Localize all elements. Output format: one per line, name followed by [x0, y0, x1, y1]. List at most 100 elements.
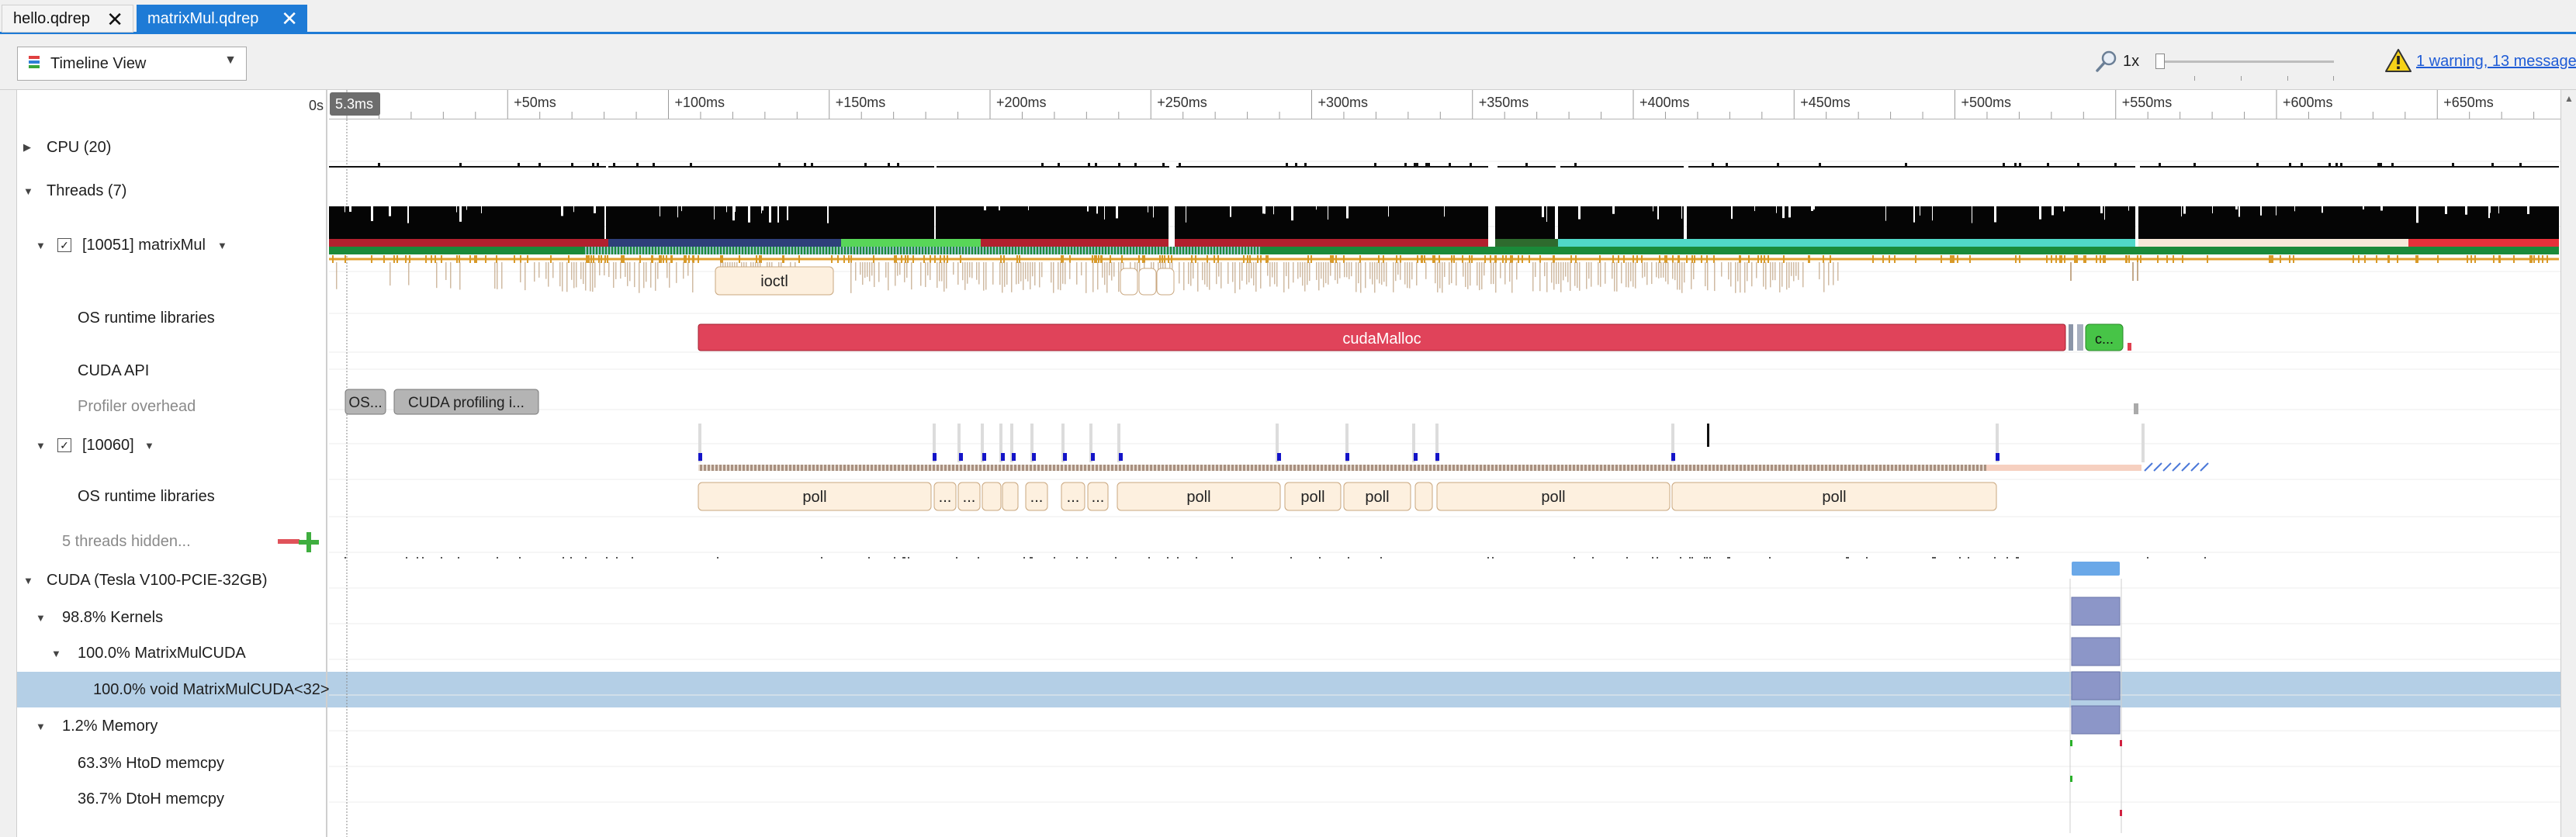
poll-event[interactable]: ... [933, 482, 957, 511]
tree-label: 100.0% void MatrixMulCUDA<32> [93, 680, 330, 698]
tree-row-thread-10051[interactable]: ▼ ✓ [10051] matrixMul ▼ [17, 233, 327, 258]
tab-matrixmul-qdrep[interactable]: matrixMul.qdrep ✕ [137, 5, 307, 33]
tree-row-cuda-api[interactable]: CUDA API [17, 358, 327, 383]
thread-10060-activity[interactable] [698, 424, 2209, 472]
warning-icon[interactable] [2385, 48, 2412, 73]
view-select-dropdown[interactable]: Timeline View ▼ [17, 47, 247, 81]
thread-10051-activity[interactable] [329, 206, 2559, 263]
close-icon[interactable]: ✕ [106, 8, 123, 31]
show-threads-plus-icon-bar[interactable] [299, 540, 319, 545]
cuda-api-small-event[interactable] [2077, 324, 2083, 351]
cpu-usage-bar [1032, 166, 1034, 168]
close-icon[interactable]: ✕ [281, 7, 298, 30]
poll-event[interactable]: ... [1061, 482, 1085, 511]
vertical-scrollbar[interactable]: ▲ [2560, 90, 2576, 837]
poll-event[interactable]: ... [1087, 482, 1109, 511]
time-ruler[interactable]: +50ms +100ms +150ms +200ms +250ms +300ms +350m… [329, 90, 2560, 119]
collapse-arrow-icon[interactable]: ▼ [23, 575, 33, 586]
hide-threads-minus-icon[interactable] [278, 539, 299, 544]
tree-row-kernels[interactable]: ▼ 98.8% Kernels [17, 605, 327, 630]
tree-row-profiler-overhead[interactable]: Profiler overhead [17, 394, 327, 419]
expand-arrow-icon[interactable]: ▶ [23, 141, 31, 154]
tree-row-kernel-group[interactable]: ▼ 100.0% MatrixMulCUDA [17, 641, 327, 666]
thread-state-hatch [1532, 465, 1534, 471]
os-call-tick [1558, 262, 1560, 284]
warnings-messages-link[interactable]: 1 warning, 13 messages [2416, 53, 2576, 71]
htod-memcpy[interactable] [2070, 776, 2072, 782]
cuda-api-small-event[interactable] [2128, 343, 2131, 351]
poll-event[interactable]: poll [1671, 482, 1997, 511]
thread-menu-arrow-icon[interactable]: ▼ [144, 440, 154, 451]
thread-state-hatch [1897, 465, 1899, 471]
matrixmulcuda-kernel[interactable] [2071, 671, 2121, 700]
matrixmulcuda-kernel[interactable] [2071, 705, 2121, 735]
tree-row-thread-10060[interactable]: ▼ ✓ [10060] ▼ [17, 433, 327, 458]
poll-event[interactable]: poll [1343, 482, 1411, 511]
cpu-usage-bar [2100, 166, 2103, 168]
os-call-tick [1770, 262, 1771, 288]
cpu-utilization-row[interactable] [329, 163, 2559, 168]
poll-event[interactable]: poll [1436, 482, 1671, 511]
zoom-slider-thumb[interactable] [2155, 54, 2165, 69]
timeline-canvas[interactable]: ioctl cudaMalloc c... OS... CUDA profiling i… [329, 119, 2560, 837]
poll-event[interactable] [982, 482, 1002, 511]
zoom-magnifier-icon[interactable] [2095, 50, 2118, 73]
collapse-arrow-icon[interactable]: ▼ [51, 648, 61, 659]
tree-row-dtoh[interactable]: 36.7% DtoH memcpy [17, 787, 327, 811]
ruler-tick-label: +100ms [675, 95, 725, 110]
os-runtime-row-2[interactable]: poll............... poll poll poll poll poll [698, 482, 1997, 511]
matrixmulcuda-kernel[interactable] [2071, 637, 2121, 666]
poll-event[interactable]: ... [1025, 482, 1048, 511]
poll-event[interactable]: poll [1284, 482, 1342, 511]
tree-row-cpu[interactable]: ▶ CPU (20) [17, 135, 327, 160]
poll-event[interactable]: poll [1117, 482, 1281, 511]
tab-hello-qdrep[interactable]: hello.qdrep ✕ [2, 5, 133, 33]
tree-row-os-runtime-2[interactable]: OS runtime libraries [17, 484, 327, 509]
scroll-up-arrow-icon[interactable]: ▲ [2564, 93, 2574, 104]
tree-row-memory[interactable]: ▼ 1.2% Memory [17, 714, 327, 738]
memory-activity[interactable] [2070, 740, 2072, 746]
thread-state-hatch [995, 247, 996, 254]
sampling-tick [1383, 255, 1384, 263]
collapse-arrow-icon[interactable]: ▼ [23, 185, 33, 197]
zoom-slider[interactable] [2155, 54, 2334, 81]
thread-checkbox[interactable]: ✓ [57, 438, 71, 452]
collapse-arrow-icon[interactable]: ▼ [36, 721, 46, 732]
tree-row-os-runtime[interactable]: OS runtime libraries [17, 306, 327, 330]
os-call-box[interactable] [1120, 268, 1138, 296]
cpu-usage-bar [2231, 166, 2233, 168]
cuda-api-row[interactable]: cudaMalloc c... [698, 323, 2131, 351]
poll-event[interactable]: poll [698, 482, 932, 511]
cuda-device-activity[interactable] [2072, 562, 2120, 576]
memory-activity-dtoh[interactable] [2120, 740, 2122, 746]
thread-checkbox[interactable]: ✓ [57, 238, 71, 252]
collapse-arrow-icon[interactable]: ▼ [36, 440, 46, 451]
poll-event[interactable] [1414, 482, 1433, 511]
cuda-api-small-event[interactable] [2069, 324, 2073, 351]
cuda-device-rows[interactable] [2069, 562, 2122, 833]
tree-row-cuda-device[interactable]: ▼ CUDA (Tesla V100-PCIE-32GB) [17, 568, 327, 593]
tree-row-htod[interactable]: 63.3% HtoD memcpy [17, 751, 327, 776]
ioctl-event[interactable]: ioctl [715, 266, 834, 296]
os-call-box[interactable] [1138, 268, 1157, 296]
sampling-tick [1243, 255, 1245, 263]
thread-state-hatch [757, 465, 758, 471]
profiler-small-event[interactable] [2134, 403, 2138, 414]
poll-event[interactable]: ... [957, 482, 981, 511]
cpu-usage-bar [376, 166, 378, 168]
cpu-usage-bar [1502, 166, 1504, 168]
poll-event[interactable] [1002, 482, 1019, 511]
os-runtime-row-1[interactable]: ioctl [336, 262, 2138, 296]
profiler-overhead-row[interactable]: OS... CUDA profiling i... [345, 389, 2138, 415]
dtoh-memcpy[interactable] [2120, 810, 2122, 816]
tree-row-threads[interactable]: ▼ Threads (7) [17, 178, 327, 203]
tree-row-kernel-item[interactable]: 100.0% void MatrixMulCUDA<32> [17, 677, 330, 702]
collapse-arrow-icon[interactable]: ▼ [36, 240, 46, 251]
os-call-tick [1516, 262, 1518, 280]
thread-menu-arrow-icon[interactable]: ▼ [217, 240, 227, 251]
kernels-activity[interactable] [2071, 597, 2121, 626]
os-call-box[interactable] [1156, 268, 1175, 296]
sampling-tick [2493, 255, 2495, 263]
collapse-arrow-icon[interactable]: ▼ [36, 612, 46, 624]
cpu-usage-bar [629, 166, 632, 168]
